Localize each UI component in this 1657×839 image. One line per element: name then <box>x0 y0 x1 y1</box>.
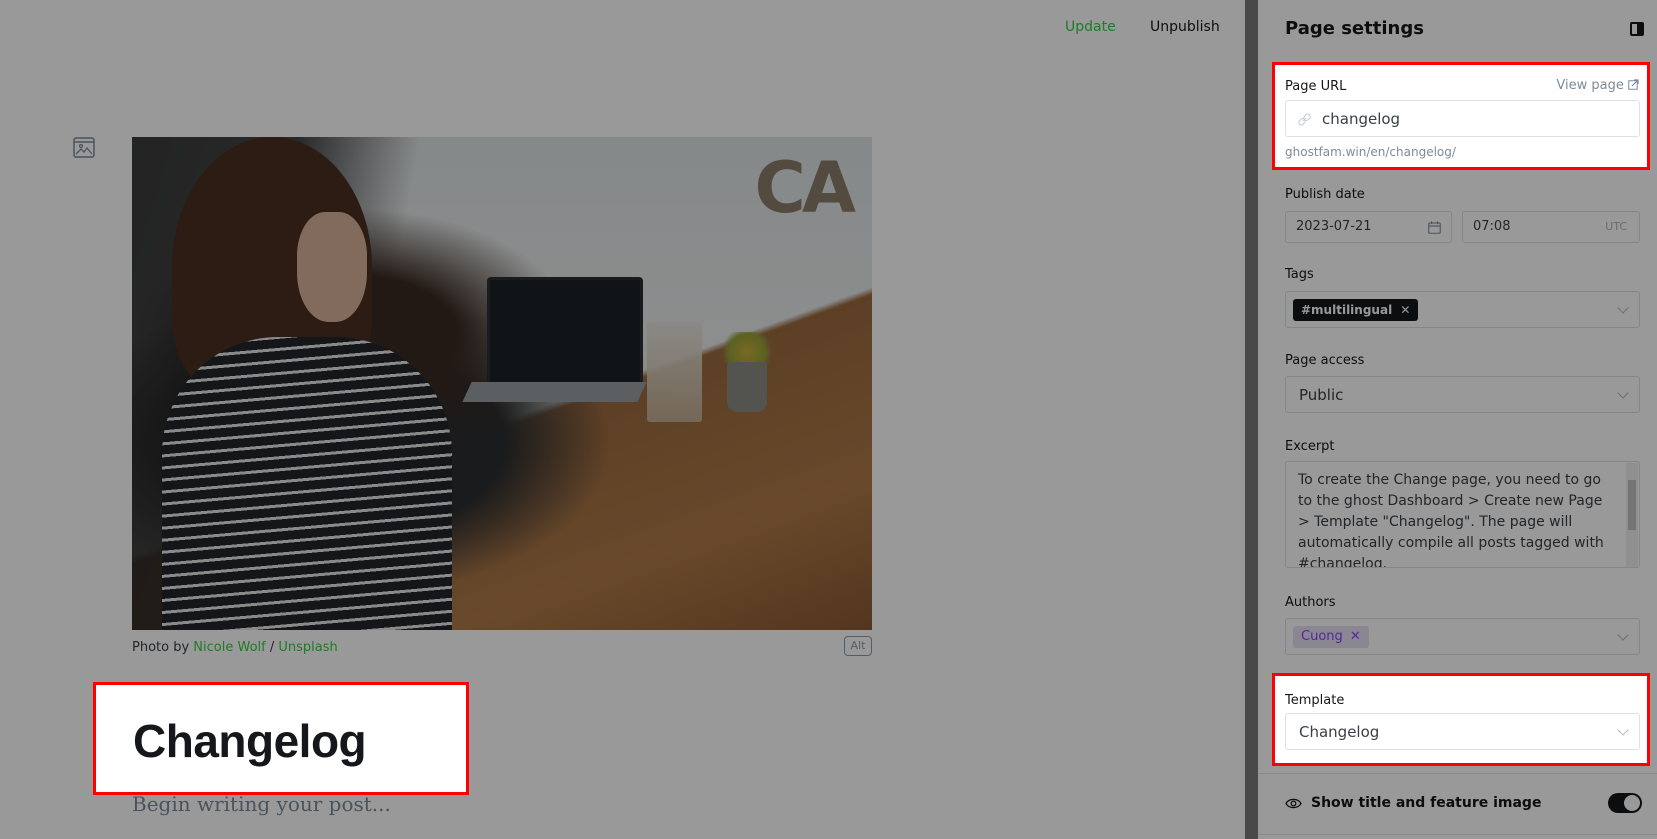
toggle-sidebar-icon[interactable] <box>1630 22 1644 36</box>
page-url-value: changelog <box>1322 110 1401 128</box>
publish-date-input[interactable]: 2023-07-21 <box>1285 211 1452 243</box>
tag-chip[interactable]: #multilingual ✕ <box>1293 299 1419 321</box>
remove-tag-icon[interactable]: ✕ <box>1400 303 1410 317</box>
show-title-feature-toggle[interactable] <box>1608 793 1642 813</box>
sidebar-title: Page settings <box>1285 18 1424 39</box>
excerpt-textarea[interactable]: To create the Change page, you need to g… <box>1285 461 1640 568</box>
chevron-down-icon[interactable] <box>1617 628 1629 641</box>
caption-separator: / <box>265 640 279 655</box>
tags-input[interactable]: #multilingual ✕ <box>1285 291 1640 328</box>
chevron-down-icon <box>1617 723 1629 736</box>
image-sign-decor: CA <box>754 147 856 229</box>
view-page-link[interactable]: View page <box>1556 78 1639 93</box>
image-laptop-base <box>462 382 647 402</box>
toggle-knob <box>1624 795 1640 811</box>
view-page-label: View page <box>1556 78 1624 93</box>
external-link-icon <box>1628 79 1639 90</box>
image-person-body <box>162 337 452 630</box>
excerpt-value: To create the Change page, you need to g… <box>1298 472 1604 568</box>
caption-prefix: Photo by <box>132 640 194 655</box>
chevron-down-icon[interactable] <box>1617 301 1629 314</box>
show-title-feature-label: Show title and feature image <box>1311 795 1542 811</box>
publish-time-input[interactable]: 07:08 UTC <box>1462 211 1640 243</box>
author-chip-label: Cuong <box>1301 629 1343 644</box>
page-url-highlight: Page URL View page changelog ghostfam.wi… <box>1272 62 1650 170</box>
excerpt-scrollbar[interactable] <box>1626 463 1638 567</box>
template-select[interactable]: Changelog <box>1285 713 1640 750</box>
image-caption[interactable]: Photo by Nicole Wolf / Unsplash <box>132 640 338 655</box>
image-glass <box>647 322 702 422</box>
template-highlight: Template Changelog <box>1272 673 1650 766</box>
page-url-hint: ghostfam.win/en/changelog/ <box>1285 145 1456 159</box>
calendar-icon[interactable] <box>1428 221 1441 234</box>
remove-author-icon[interactable]: ✕ <box>1350 629 1361 644</box>
page-access-label: Page access <box>1285 353 1365 368</box>
section-divider <box>1258 773 1657 774</box>
image-laptop <box>487 277 643 388</box>
publish-time-value: 07:08 <box>1473 219 1511 234</box>
page-access-select[interactable]: Public <box>1285 376 1640 413</box>
page-access-value: Public <box>1299 386 1344 404</box>
update-button[interactable]: Update <box>1065 19 1116 35</box>
publish-date-label: Publish date <box>1285 187 1365 202</box>
template-label: Template <box>1285 693 1345 708</box>
scrollbar-thumb[interactable] <box>1628 480 1636 530</box>
body-editor-placeholder[interactable]: Begin writing your post... <box>132 792 391 816</box>
image-person-face <box>297 212 367 322</box>
publish-date-value: 2023-07-21 <box>1296 219 1372 234</box>
chevron-down-icon <box>1617 386 1629 399</box>
title-highlight: Changelog <box>93 682 469 795</box>
unpublish-button[interactable]: Unpublish <box>1150 19 1220 35</box>
eye-icon <box>1285 798 1302 809</box>
authors-input[interactable]: Cuong ✕ <box>1285 618 1640 655</box>
image-icon[interactable] <box>73 137 95 158</box>
alt-text-button[interactable]: Alt <box>844 636 872 656</box>
page-url-input[interactable]: changelog <box>1285 100 1640 137</box>
caption-source-link[interactable]: Unsplash <box>278 640 337 655</box>
caption-author-link[interactable]: Nicole Wolf <box>193 640 265 655</box>
timezone-label: UTC <box>1605 220 1627 233</box>
tags-label: Tags <box>1285 267 1314 282</box>
section-divider <box>1258 834 1657 835</box>
post-title[interactable]: Changelog <box>133 714 367 768</box>
sidebar-divider <box>1245 0 1258 839</box>
authors-label: Authors <box>1285 595 1336 610</box>
link-icon <box>1298 113 1311 126</box>
image-plant-pot <box>727 362 767 412</box>
template-value: Changelog <box>1299 723 1380 741</box>
excerpt-label: Excerpt <box>1285 439 1335 454</box>
feature-image[interactable]: CA <box>132 137 872 630</box>
page-url-label: Page URL <box>1285 79 1347 94</box>
author-chip[interactable]: Cuong ✕ <box>1293 626 1369 648</box>
tag-chip-label: #multilingual <box>1301 303 1393 317</box>
